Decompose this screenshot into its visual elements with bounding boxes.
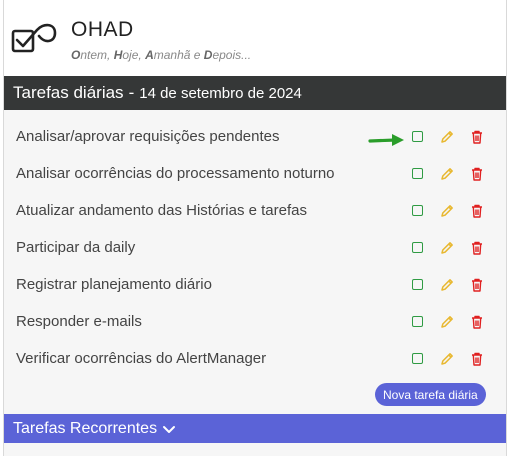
checkbox-icon[interactable] (412, 242, 423, 253)
new-daily-task-button[interactable]: Nova tarefa diária (375, 383, 486, 406)
app-title: OHAD (71, 18, 134, 41)
header: OHAD Ontem, Hoje, Amanhã e Depois... (4, 0, 506, 76)
day-separator: - (128, 83, 135, 102)
task-row: Registrar planejamento diário (4, 266, 506, 303)
task-label: Atualizar andamento das Histórias e tare… (16, 202, 307, 219)
pencil-icon[interactable] (439, 166, 455, 182)
trash-icon[interactable] (469, 129, 485, 145)
pencil-icon[interactable] (439, 314, 455, 330)
pencil-icon[interactable] (439, 203, 455, 219)
task-label: Analisar ocorrências do processamento no… (16, 165, 335, 182)
task-row: Analisar/aprovar requisições pendentes (4, 118, 506, 155)
trash-icon[interactable] (469, 240, 485, 256)
task-label: Verificar ocorrências do AlertManager (16, 350, 267, 367)
day-header: Tarefas diárias - 14 de setembro de 2024 (4, 76, 506, 110)
recurrent-tasks-toggle[interactable]: Tarefas Recorrentes (4, 414, 506, 443)
checkbox-icon[interactable] (412, 353, 423, 364)
trash-icon[interactable] (469, 203, 485, 219)
green-arrow-icon (368, 134, 404, 146)
trash-icon[interactable] (469, 351, 485, 367)
task-label: Responder e-mails (16, 313, 142, 330)
pencil-icon[interactable] (439, 129, 455, 145)
task-row: Participar da daily (4, 229, 506, 266)
checkbox-icon[interactable] (412, 131, 423, 142)
trash-icon[interactable] (469, 277, 485, 293)
checkbox-icon[interactable] (412, 205, 423, 216)
chevron-down-icon (163, 425, 176, 433)
checkbox-icon[interactable] (412, 279, 423, 290)
pencil-icon[interactable] (439, 240, 455, 256)
recurrent-tasks-label: Tarefas Recorrentes (13, 419, 158, 437)
task-row: Analisar ocorrências do processamento no… (4, 155, 506, 192)
trash-icon[interactable] (469, 166, 485, 182)
task-row: Verificar ocorrências do AlertManager (4, 340, 506, 377)
day-date: 14 de setembro de 2024 (139, 84, 302, 102)
footer-strip (4, 443, 506, 456)
task-row: Atualizar andamento das Histórias e tare… (4, 192, 506, 229)
task-label: Analisar/aprovar requisições pendentes (16, 128, 280, 145)
pencil-icon[interactable] (439, 277, 455, 293)
pencil-icon[interactable] (439, 351, 455, 367)
task-row: Responder e-mails (4, 303, 506, 340)
checkbox-icon[interactable] (412, 316, 423, 327)
task-label: Participar da daily (16, 239, 136, 256)
checkbox-loop-logo-icon (11, 23, 57, 53)
task-list: Analisar/aprovar requisições pendentes A… (4, 110, 506, 377)
task-label: Registrar planejamento diário (16, 276, 212, 293)
checkbox-icon[interactable] (412, 168, 423, 179)
trash-icon[interactable] (469, 314, 485, 330)
tagline: Ontem, Hoje, Amanhã e Depois... (71, 48, 252, 62)
day-title: Tarefas diárias (13, 83, 124, 102)
extension-popup: OHAD Ontem, Hoje, Amanhã e Depois... Tar… (4, 0, 506, 456)
